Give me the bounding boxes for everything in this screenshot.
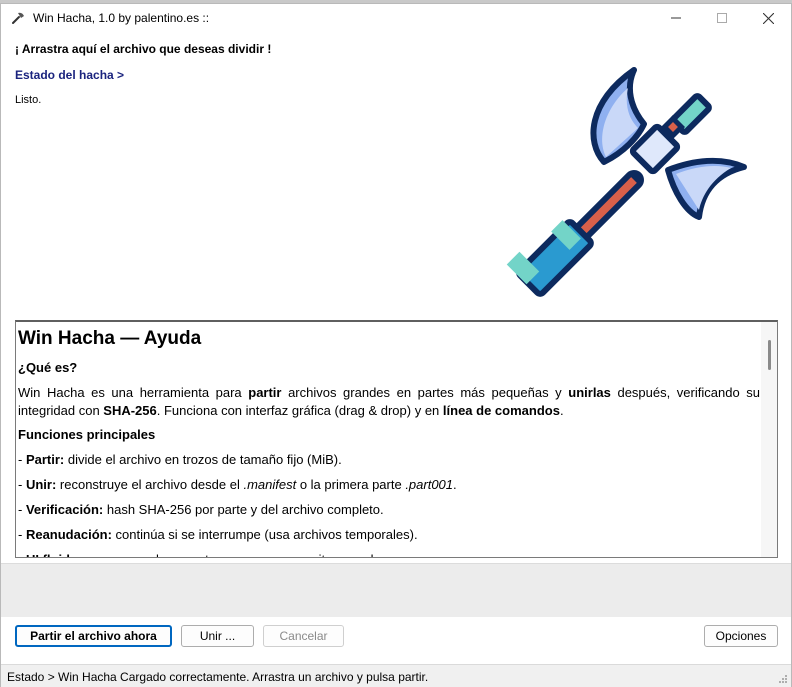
help-title: Win Hacha — Ayuda [18,328,202,349]
help-text-run: .manifest [243,477,297,492]
help-text-run: o la primera parte [296,477,406,492]
help-feature-item: - Reanudación: continúa si se interrumpe… [18,526,760,544]
help-feature-item: - Unir: reconstruye el archivo desde el … [18,476,760,494]
axe-icon [12,12,24,24]
close-button[interactable] [745,4,791,32]
drop-zone-label[interactable]: ¡ Arrastra aquí el archivo que deseas di… [15,42,271,56]
axe-illustration-icon [506,67,747,297]
help-features-heading: Funciones principales [18,427,156,442]
minimize-icon [671,17,681,19]
help-content: Win Hacha — Ayuda ¿Qué es? Win Hacha es … [18,324,760,557]
split-now-button[interactable]: Partir el archivo ahora [15,625,172,647]
help-text-run: Unir: [25,477,57,492]
resize-grip-icon[interactable] [778,674,788,684]
help-text-run: SHA-256 [103,403,157,418]
help-text-run: UI fluida: [26,552,82,557]
help-text-run: . [559,403,564,418]
help-text-run: no se congela; muestra progreso y permit… [82,552,388,557]
help-what-heading: ¿Qué es? [18,360,78,375]
maximize-button[interactable] [699,4,745,32]
help-text-run: - [18,502,26,517]
close-icon [762,12,774,24]
help-feature-item: - UI fluida: no se congela; muestra prog… [18,551,760,557]
help-text-run: unirlas [568,385,611,400]
help-text-run: Partir: [25,452,65,467]
join-button[interactable]: Unir ... [181,625,254,647]
help-text-run: archivos grandes en partes más pequeñas … [281,385,569,400]
help-intro: Win Hacha es una herramienta para partir… [18,384,760,420]
options-button[interactable]: Opciones [704,625,778,647]
help-feature-item: - Partir: divide el archivo en trozos de… [18,451,760,469]
help-text-run: hash SHA-256 por parte y del archivo com… [103,502,384,517]
status-bar: Estado > Win Hacha Cargado correctamente… [1,664,791,687]
help-text-run: - [18,552,26,557]
help-text-run: partir [248,385,282,400]
axe-state-link[interactable]: Estado del hacha > [15,68,124,82]
status-bar-text: Estado > Win Hacha Cargado correctamente… [7,670,429,684]
help-text-run: continúa si se interrumpe (usa archivos … [111,527,418,542]
help-text-run: .part001 [405,477,454,492]
help-text-run: - [18,477,26,492]
help-text-run: divide el archivo en trozos de tamaño fi… [64,452,342,467]
help-text-run: Verificación: [25,502,104,517]
help-scrollbar-thumb[interactable] [768,340,771,370]
help-text-run: línea de comandos [442,403,560,418]
help-text-run: - [18,452,26,467]
ready-status: Listo. [15,94,42,106]
help-panel[interactable]: Win Hacha — Ayuda ¿Qué es? Win Hacha es … [15,320,778,558]
help-text-run: Reanudación: [25,527,112,542]
progress-area [1,563,791,617]
cancel-button[interactable]: Cancelar [263,625,344,647]
help-text-run: Win Hacha es una herramienta para [18,385,249,400]
title-bar[interactable]: Win Hacha, 1.0 by palentino.es :: [1,4,791,32]
help-text-run: - [18,527,26,542]
help-text-run: reconstruye el archivo desde el [56,477,244,492]
app-window: Win Hacha, 1.0 by palentino.es :: ¡ Arra… [0,3,792,687]
help-scrollbar[interactable] [761,322,777,557]
minimize-button[interactable] [653,4,699,32]
help-text-run: . Funciona con interfaz gráfica (drag & … [156,403,443,418]
help-feature-item: - Verificación: hash SHA-256 por parte y… [18,501,760,519]
maximize-icon [717,13,727,23]
help-text-run: . [453,477,457,492]
help-features-list: - Partir: divide el archivo en trozos de… [18,451,760,557]
window-title: Win Hacha, 1.0 by palentino.es :: [33,11,210,25]
